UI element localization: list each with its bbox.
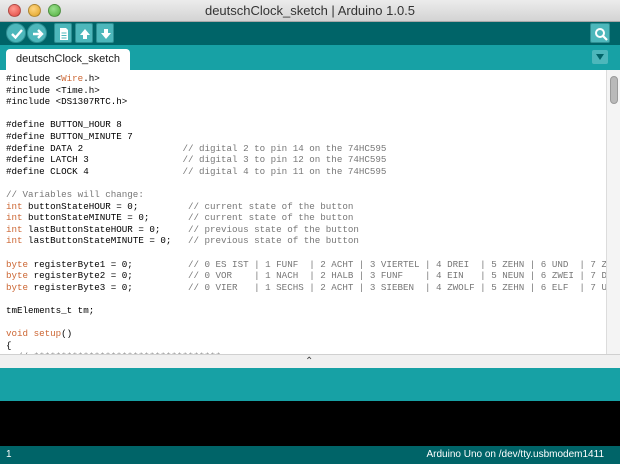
code-comment: // current state of the button	[187, 200, 354, 212]
code-line[interactable]: byte registerByte3 = 0; // 0 VIER | 1 SE…	[6, 281, 618, 294]
code-line[interactable]: #include <DS1307RTC.h>	[6, 96, 604, 108]
window-title: deutschClock_sketch | Arduino 1.0.5	[204, 3, 416, 18]
code-line[interactable]: int lastButtonStateHOUR = 0; // previous…	[6, 224, 604, 236]
code-token: #include <DS1307RTC.h>	[6, 96, 128, 108]
message-scrollbar[interactable]	[606, 368, 620, 401]
tab-strip: deutschClock_sketch	[0, 45, 620, 70]
code-comment: // 0 VIER | 1 SECHS | 2 ACHT | 3 SIEBEN …	[187, 281, 618, 293]
code-line[interactable]: #include <Wire.h>	[6, 73, 604, 85]
code-token: registerByte3 = 0;	[28, 281, 188, 293]
code-keyword: int	[6, 235, 23, 247]
code-token: registerByte1 = 0;	[28, 258, 188, 270]
open-button[interactable]	[75, 23, 93, 43]
code-line[interactable]: void setup()	[6, 328, 604, 340]
code-line[interactable]: #include <Time.h>	[6, 85, 604, 97]
down-arrow-icon	[101, 29, 111, 39]
code-token: #define CLOCK 4	[6, 165, 183, 177]
title-bar: deutschClock_sketch | Arduino 1.0.5	[0, 0, 620, 22]
code-token: buttonStateMINUTE = 0;	[22, 212, 188, 224]
line-number: 1	[6, 449, 12, 460]
code-line[interactable]: #define BUTTON_HOUR 8	[6, 119, 604, 131]
code-token: #define BUTTON_MINUTE 7	[6, 130, 133, 142]
code-line[interactable]: #define LATCH 3 // digital 3 to pin 12 o…	[6, 154, 604, 166]
status-bar: 1 Arduino Uno on /dev/tty.usbmodem1411	[0, 446, 620, 464]
divider-grip-icon[interactable]: ⌃	[305, 356, 313, 367]
code-token: #define LATCH 3	[6, 154, 183, 166]
code-token: ()	[61, 328, 73, 340]
new-file-icon	[60, 28, 68, 40]
code-keyword: byte	[6, 281, 29, 293]
upload-button[interactable]	[27, 23, 47, 43]
save-button[interactable]	[96, 23, 114, 43]
code-comment: // current state of the button	[187, 212, 354, 224]
message-area	[0, 368, 620, 401]
editor-console-divider[interactable]: ⌃	[0, 354, 620, 368]
editor-scrollbar-thumb[interactable]	[610, 76, 618, 104]
code-line[interactable]: int buttonStateHOUR = 0; // current stat…	[6, 201, 604, 213]
code-token: buttonStateHOUR = 0;	[22, 200, 188, 212]
code-token: registerByte2 = 0;	[28, 270, 188, 282]
code-line[interactable]: #define BUTTON_MINUTE 7	[6, 131, 604, 143]
tab-sketch[interactable]: deutschClock_sketch	[6, 49, 130, 70]
checkmark-icon	[11, 29, 23, 40]
code-editor[interactable]: #include <Wire.h> #include <Time.h> #inclu…	[0, 70, 620, 362]
code-keyword: int	[6, 223, 23, 235]
code-token: tmElements_t tm;	[6, 304, 95, 316]
code-line[interactable]: tmElements_t tm;	[6, 305, 604, 317]
code-keyword: byte	[6, 258, 29, 270]
verify-button[interactable]	[6, 23, 26, 43]
code-token: #define DATA 2	[6, 142, 183, 154]
code-line[interactable]	[6, 177, 604, 189]
code-keyword: void	[6, 328, 29, 340]
code-token: #include <Time.h>	[6, 84, 100, 96]
code-line[interactable]	[6, 293, 604, 305]
code-keyword: setup	[33, 328, 62, 340]
code-text[interactable]: #include <Wire.h> #include <Time.h> #inclu…	[6, 73, 620, 363]
new-button[interactable]	[54, 23, 72, 43]
code-token: #define BUTTON_HOUR 8	[6, 119, 122, 131]
code-line[interactable]: #define CLOCK 4 // digital 4 to pin 11 o…	[6, 166, 604, 178]
code-line[interactable]: byte registerByte2 = 0; // 0 VOR | 1 NAC…	[6, 270, 620, 282]
console-output[interactable]	[0, 401, 620, 446]
code-line[interactable]: {	[6, 340, 604, 352]
code-comment: // previous state of the button	[187, 223, 359, 235]
arduino-ide-window: deutschClock_sketch | Arduino 1.0.5 deut…	[0, 0, 620, 464]
code-line[interactable]: int buttonStateMINUTE = 0; // current st…	[6, 212, 604, 224]
code-token: lastButtonStateMINUTE = 0;	[22, 235, 188, 247]
code-line[interactable]	[6, 108, 604, 120]
code-keyword: Wire	[61, 73, 84, 84]
code-comment: // Variables will change:	[6, 188, 144, 200]
code-line[interactable]: byte registerByte1 = 0; // 0 ES IST | 1 …	[6, 258, 620, 271]
code-line[interactable]: int lastButtonStateMINUTE = 0; // previo…	[6, 235, 604, 247]
code-comment: // digital 4 to pin 11 on the 74HC595	[182, 165, 387, 177]
code-token: lastButtonStateHOUR = 0;	[22, 223, 188, 235]
code-comment: // 0 ES IST | 1 FUNF | 2 ACHT | 3 VIERTE…	[187, 258, 620, 270]
code-line[interactable]	[6, 316, 604, 328]
code-comment: // digital 3 to pin 12 on the 74HC595	[182, 154, 387, 166]
right-arrow-icon	[33, 29, 44, 39]
board-port-label: Arduino Uno on /dev/tty.usbmodem1411	[426, 449, 604, 460]
code-token: {	[6, 339, 12, 351]
code-line[interactable]: // Variables will change:	[6, 189, 604, 201]
tab-menu-button[interactable]	[592, 50, 608, 64]
toolbar	[0, 22, 620, 45]
serial-monitor-button[interactable]	[590, 23, 610, 43]
down-triangle-icon	[596, 54, 604, 60]
code-keyword: int	[6, 200, 23, 212]
code-token: .h>	[83, 73, 100, 84]
code-comment: // 0 VOR | 1 NACH | 2 HALB | 3 FUNF | 4 …	[187, 270, 620, 282]
magnifier-icon	[595, 28, 608, 41]
code-comment: // previous state of the button	[187, 235, 359, 247]
code-keyword: int	[6, 212, 23, 224]
code-keyword: byte	[6, 270, 29, 282]
code-line[interactable]: #define DATA 2 // digital 2 to pin 14 on…	[6, 143, 604, 155]
code-token: #include <	[6, 73, 62, 84]
code-comment: // digital 2 to pin 14 on the 74HC595	[182, 142, 387, 154]
editor-vertical-scrollbar[interactable]	[606, 70, 620, 354]
up-arrow-icon	[80, 29, 90, 39]
code-line[interactable]	[6, 247, 604, 259]
